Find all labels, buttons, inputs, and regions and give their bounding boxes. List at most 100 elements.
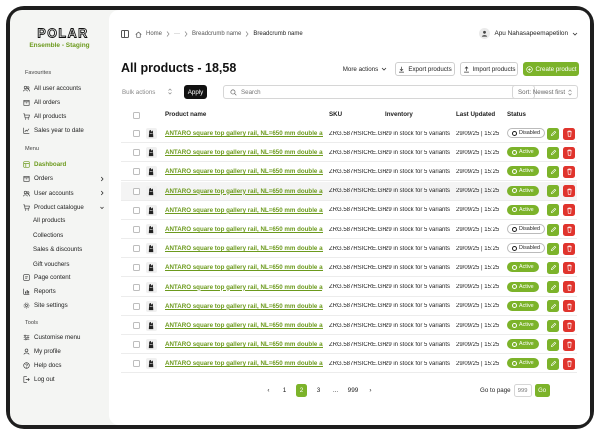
sidebar-item-all-products[interactable]: All products (23, 110, 107, 122)
page-999-button[interactable]: 999 (345, 384, 361, 397)
table-row[interactable]: ANTARO square top gallery rail, NL=650 m… (121, 239, 577, 259)
sort-select[interactable]: Sort: Newest first (512, 85, 578, 99)
row-checkbox[interactable] (133, 360, 140, 368)
product-name-link[interactable]: ANTARO square top gallery rail, NL=650 m… (165, 284, 323, 291)
delete-button[interactable] (563, 319, 575, 332)
sidebar-item-sales-year-to-date[interactable]: Sales year to date (23, 124, 107, 136)
table-row[interactable]: ANTARO square top gallery rail, NL=650 m… (121, 143, 577, 163)
delete-button[interactable] (563, 223, 575, 236)
apply-button[interactable]: Apply (184, 85, 207, 99)
edit-button[interactable] (547, 242, 559, 255)
delete-button[interactable] (563, 127, 575, 140)
row-checkbox[interactable] (133, 130, 140, 137)
row-checkbox[interactable] (133, 187, 140, 195)
sidebar-item-all-orders[interactable]: All orders (23, 96, 107, 108)
import-products-button[interactable]: Import products (460, 62, 518, 76)
sidebar-item-customise-menu[interactable]: Customise menu (23, 331, 107, 343)
product-name-link[interactable]: ANTARO square top gallery rail, NL=650 m… (165, 188, 323, 195)
goto-page-input[interactable] (513, 384, 532, 397)
page-3-button[interactable]: 3 (313, 384, 324, 397)
table-row[interactable]: ANTARO square top gallery rail, NL=650 m… (121, 124, 577, 143)
row-checkbox[interactable] (133, 341, 140, 349)
row-checkbox[interactable] (133, 226, 140, 233)
sidebar-item-dashboard[interactable]: Dashboard (23, 158, 107, 170)
select-all-checkbox[interactable] (133, 112, 140, 119)
breadcrumb-link[interactable]: Breadcrumb name (192, 31, 241, 37)
delete-button[interactable] (563, 357, 575, 370)
product-name-link[interactable]: ANTARO square top gallery rail, NL=650 m… (165, 226, 323, 233)
delete-button[interactable] (563, 281, 575, 294)
delete-button[interactable] (563, 300, 575, 313)
sidebar-item-reports[interactable]: Reports (23, 285, 107, 297)
submenu-item-all-products[interactable]: All products (33, 217, 65, 224)
delete-button[interactable] (563, 146, 575, 159)
delete-button[interactable] (563, 242, 575, 255)
prev-page-button[interactable]: ‹ (263, 384, 274, 397)
sidebar-item-user-accounts[interactable]: User accounts (23, 187, 107, 199)
submenu-item-collections[interactable]: Collections (33, 232, 63, 239)
next-page-button[interactable]: › (365, 384, 376, 397)
table-row[interactable]: ANTARO square top gallery rail, NL=650 m… (121, 297, 577, 316)
column-header-product-name[interactable]: Product name (165, 111, 206, 118)
column-header-sku[interactable]: SKU (329, 111, 342, 118)
product-name-link[interactable]: ANTARO square top gallery rail, NL=650 m… (165, 149, 323, 156)
sidebar-item-all-user-accounts[interactable]: All user accounts (23, 82, 107, 94)
page-2-button[interactable]: 2 (296, 384, 307, 397)
page-1-button[interactable]: 1 (279, 384, 290, 397)
column-header-last-updated[interactable]: Last Updated (456, 111, 495, 118)
product-name-link[interactable]: ANTARO square top gallery rail, NL=650 m… (165, 245, 323, 252)
edit-button[interactable] (547, 223, 559, 236)
product-name-link[interactable]: ANTARO square top gallery rail, NL=650 m… (165, 207, 323, 214)
table-row[interactable]: ANTARO square top gallery rail, NL=650 m… (121, 181, 577, 201)
search-box[interactable] (223, 85, 535, 99)
sidebar-item-page-content[interactable]: Page content (23, 271, 107, 283)
sidebar-item-orders[interactable]: Orders (23, 173, 107, 185)
product-name-link[interactable]: ANTARO square top gallery rail, NL=650 m… (165, 168, 323, 175)
export-products-button[interactable]: Export products (395, 62, 455, 76)
table-row[interactable]: ANTARO square top gallery rail, NL=650 m… (121, 278, 577, 297)
edit-button[interactable] (547, 338, 559, 351)
delete-button[interactable] (563, 204, 575, 217)
more-actions-button[interactable]: More actions (341, 62, 389, 76)
sidebar-toggle-icon[interactable] (121, 30, 129, 38)
go-button[interactable]: Go (534, 384, 550, 397)
sidebar-item-help-docs[interactable]: Help docs (23, 359, 107, 371)
product-name-link[interactable]: ANTARO square top gallery rail, NL=650 m… (165, 341, 323, 348)
table-row[interactable]: ANTARO square top gallery rail, NL=650 m… (121, 335, 577, 355)
breadcrumb-ellipsis[interactable]: ··· (174, 31, 180, 37)
edit-button[interactable] (547, 204, 559, 217)
table-row[interactable]: ANTARO square top gallery rail, NL=650 m… (121, 258, 577, 278)
row-checkbox[interactable] (133, 322, 140, 329)
table-row[interactable]: ANTARO square top gallery rail, NL=650 m… (121, 220, 577, 239)
row-checkbox[interactable] (133, 149, 140, 157)
search-input[interactable] (241, 88, 521, 96)
table-row[interactable]: ANTARO square top gallery rail, NL=650 m… (121, 162, 577, 182)
delete-button[interactable] (563, 165, 575, 178)
edit-button[interactable] (547, 165, 559, 178)
breadcrumb-home[interactable]: Home (146, 31, 162, 37)
product-name-link[interactable]: ANTARO square top gallery rail, NL=650 m… (165, 130, 323, 137)
row-checkbox[interactable] (133, 206, 140, 214)
row-checkbox[interactable] (133, 264, 140, 272)
edit-button[interactable] (547, 146, 559, 159)
edit-button[interactable] (547, 319, 559, 332)
edit-button[interactable] (547, 127, 559, 140)
sidebar-item-log-out[interactable]: Log out (23, 374, 107, 386)
polar-logo[interactable]: POLAR (26, 27, 100, 39)
edit-button[interactable] (547, 185, 559, 198)
submenu-item-gift-vouchers[interactable]: Gift vouchers (33, 261, 69, 268)
sidebar-item-my-profile[interactable]: My profile (23, 345, 107, 357)
edit-button[interactable] (547, 281, 559, 294)
table-row[interactable]: ANTARO square top gallery rail, NL=650 m… (121, 201, 577, 220)
edit-button[interactable] (547, 357, 559, 370)
product-name-link[interactable]: ANTARO square top gallery rail, NL=650 m… (165, 303, 323, 310)
create-product-button[interactable]: Create product (523, 62, 579, 76)
table-row[interactable]: ANTARO square top gallery rail, NL=650 m… (121, 316, 577, 335)
delete-button[interactable] (563, 261, 575, 274)
row-checkbox[interactable] (133, 168, 140, 176)
delete-button[interactable] (563, 338, 575, 351)
edit-button[interactable] (547, 300, 559, 313)
table-row[interactable]: ANTARO square top gallery rail, NL=650 m… (121, 354, 577, 374)
row-checkbox[interactable] (133, 302, 140, 310)
sidebar-item-site-settings[interactable]: Site settings (23, 299, 107, 311)
